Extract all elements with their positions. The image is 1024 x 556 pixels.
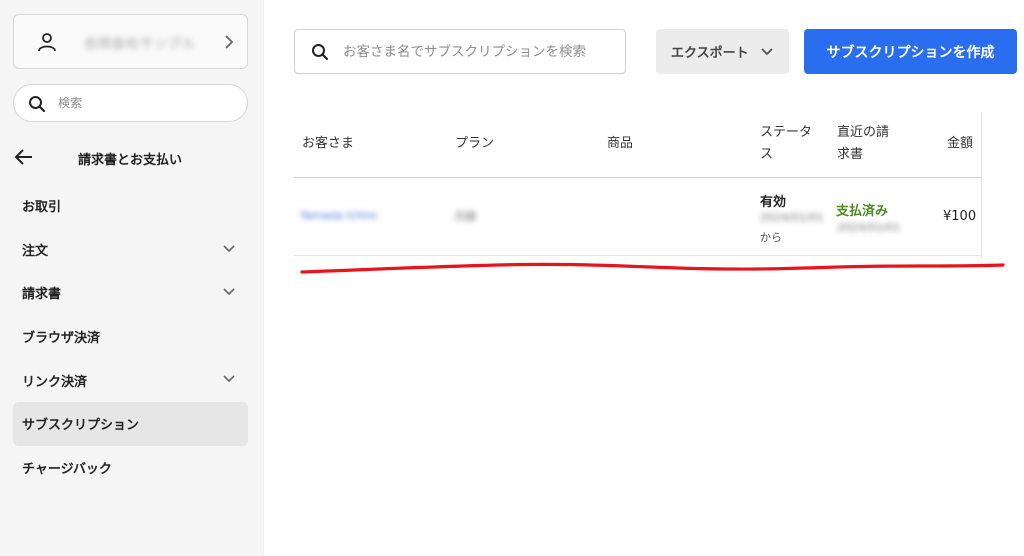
sidebar-search-input[interactable] xyxy=(58,93,238,113)
sidebar-item-browser-payment[interactable]: ブラウザ決済 xyxy=(13,315,248,359)
status-label: 有効 xyxy=(760,195,787,210)
person-icon xyxy=(38,33,56,52)
column-header-product[interactable]: 商品 xyxy=(607,133,633,155)
column-header-invoice-line2[interactable]: 求書 xyxy=(837,144,863,166)
status-date: 2024/01/01 xyxy=(760,211,824,224)
sidebar-item-label: 注文 xyxy=(22,243,49,259)
table-header: お客さま プラン 商品 ステータ ス 直近の請 求書 金額 xyxy=(294,112,982,178)
section-title: 請求書とお支払い xyxy=(78,153,183,168)
chevron-down-icon xyxy=(223,245,235,252)
search-icon xyxy=(29,96,46,113)
column-header-status-line2[interactable]: ス xyxy=(760,144,773,166)
account-name: 合同会社サンプル xyxy=(84,37,196,52)
create-subscription-button[interactable]: サブスクリプションを作成 xyxy=(804,29,1017,74)
subscription-search xyxy=(294,29,626,74)
sidebar-item-label: 請求書 xyxy=(22,287,62,303)
sidebar-item-label: リンク決済 xyxy=(22,374,88,390)
column-header-plan[interactable]: プラン xyxy=(455,133,494,155)
column-header-amount[interactable]: 金額 xyxy=(947,133,973,155)
subscription-search-input[interactable] xyxy=(343,42,613,62)
back-arrow-icon[interactable] xyxy=(14,148,34,166)
sidebar-nav: お取引 注文 請求書 ブラウザ決済 リンク決済 サブスクリプション チャージバッ… xyxy=(13,184,248,489)
export-button-label: エクスポート xyxy=(671,46,749,61)
sidebar-item-chargebacks[interactable]: チャージバック xyxy=(13,446,248,490)
table-row[interactable]: Yamada Ichiro 月額 有効 2024/01/01 から 支払済み 2… xyxy=(294,178,982,256)
invoice-date: 2024/01/01 xyxy=(837,221,901,234)
account-switcher[interactable]: 合同会社サンプル xyxy=(13,14,248,69)
chevron-down-icon xyxy=(761,48,773,56)
sidebar-item-transactions[interactable]: お取引 xyxy=(13,184,248,228)
invoice-status-badge: 支払済み xyxy=(836,204,889,219)
chevron-down-icon xyxy=(223,288,235,296)
chevron-right-icon xyxy=(225,35,234,49)
column-header-invoice-line1[interactable]: 直近の請 xyxy=(837,122,889,144)
sidebar-item-label: チャージバック xyxy=(22,461,112,477)
plan-cell: 月額 xyxy=(454,210,476,223)
customer-link[interactable]: Yamada Ichiro xyxy=(300,209,377,222)
export-button[interactable]: エクスポート xyxy=(656,29,789,74)
sidebar-item-label: ブラウザ決済 xyxy=(22,331,101,347)
amount-cell: ¥100 xyxy=(943,209,977,224)
sidebar-search xyxy=(13,84,248,122)
subscriptions-table: お客さま プラン 商品 ステータ ス 直近の請 求書 金額 Yamada Ich… xyxy=(294,112,982,258)
sidebar-item-invoices[interactable]: 請求書 xyxy=(13,271,248,315)
red-annotation-underline xyxy=(300,262,1005,274)
sidebar-item-orders[interactable]: 注文 xyxy=(13,228,248,272)
sidebar-item-link-payment[interactable]: リンク決済 xyxy=(13,358,248,402)
sidebar-item-label: お取引 xyxy=(22,200,62,216)
sidebar: 合同会社サンプル 請求書とお支払い お取引 注文 xyxy=(0,0,264,556)
chevron-down-icon xyxy=(223,375,235,383)
status-suffix: から xyxy=(760,231,782,244)
column-header-status-line1[interactable]: ステータ xyxy=(760,122,812,144)
sidebar-item-label: サブスクリプション xyxy=(22,418,140,434)
column-header-customer[interactable]: お客さま xyxy=(302,133,354,155)
section-header: 請求書とお支払い xyxy=(14,146,244,168)
sidebar-item-subscriptions[interactable]: サブスクリプション xyxy=(13,401,248,446)
app-window: 合同会社サンプル 請求書とお支払い お取引 注文 xyxy=(0,0,1024,556)
search-icon xyxy=(312,44,329,61)
